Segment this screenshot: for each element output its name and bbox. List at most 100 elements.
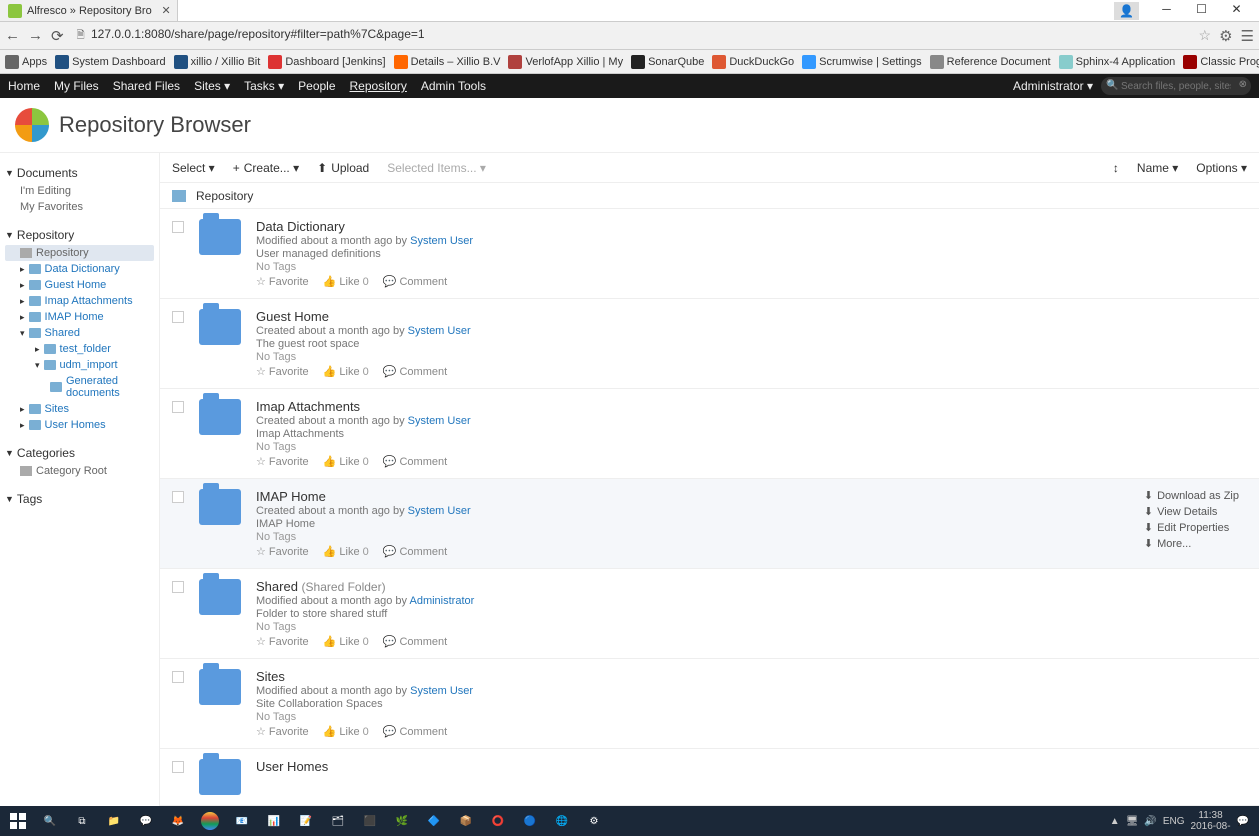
url-input[interactable]: 🗎 127.0.0.1:8080/share/page/repository#f… <box>72 25 1191 47</box>
file-name[interactable]: Shared (Shared Folder) <box>256 579 1247 594</box>
bookmark-item[interactable]: Dashboard [Jenkins] <box>268 55 385 69</box>
tray-icon[interactable]: 🔊 <box>1144 816 1156 827</box>
bookmark-item[interactable]: xillio / Xillio Bit <box>174 55 261 69</box>
sidebar-shared[interactable]: ▾Shared <box>5 325 154 341</box>
comment-button[interactable]: 💬 Comment <box>383 275 447 288</box>
nav-repository[interactable]: Repository <box>350 79 407 93</box>
hover-action[interactable]: ⬇ Download as Zip <box>1144 489 1239 502</box>
like-button[interactable]: 👍 Like 0 <box>323 545 369 558</box>
file-name[interactable]: Data Dictionary <box>256 219 1247 234</box>
nav-admin-tools[interactable]: Admin Tools <box>421 79 486 93</box>
bookmark-star-icon[interactable]: ☆ <box>1199 27 1212 44</box>
comment-button[interactable]: 💬 Comment <box>383 455 447 468</box>
folder-icon[interactable] <box>199 309 241 345</box>
apps-button[interactable]: Apps <box>5 55 47 69</box>
bookmark-item[interactable]: Details – Xillio B.V <box>394 55 501 69</box>
nav-people[interactable]: People <box>298 79 335 93</box>
bookmark-item[interactable]: System Dashboard <box>55 55 166 69</box>
app-icon[interactable]: 📦 <box>450 809 482 833</box>
file-row[interactable]: User Homes <box>160 749 1259 806</box>
excel-icon[interactable]: 📊 <box>258 809 290 833</box>
back-icon[interactable]: ← <box>5 27 20 44</box>
sort-direction-icon[interactable]: ↕ <box>1113 161 1119 175</box>
menu-icon[interactable]: ☰ <box>1241 27 1254 45</box>
app-icon[interactable]: ⬛ <box>354 809 386 833</box>
sort-button[interactable]: Name ▾ <box>1137 161 1178 175</box>
bookmark-item[interactable]: SonarQube <box>631 55 704 69</box>
task-view-icon[interactable]: ⧉ <box>66 809 98 833</box>
sidebar-repository-root[interactable]: Repository <box>5 245 154 261</box>
folder-icon[interactable] <box>199 489 241 525</box>
user-menu[interactable]: Administrator ▾ <box>1013 79 1093 93</box>
folder-icon[interactable] <box>199 759 241 795</box>
nav-sites[interactable]: Sites ▾ <box>194 79 230 93</box>
favorite-button[interactable]: ☆ Favorite <box>256 275 309 288</box>
app-icon[interactable]: 🗂 <box>322 809 354 833</box>
clear-icon[interactable]: ⊗ <box>1239 79 1247 90</box>
app-icon[interactable]: 🔵 <box>514 809 546 833</box>
sidebar-section-tags[interactable]: ▼Tags <box>5 489 154 509</box>
comment-button[interactable]: 💬 Comment <box>383 545 447 558</box>
nav-shared-files[interactable]: Shared Files <box>113 79 180 93</box>
nav-tasks[interactable]: Tasks ▾ <box>244 79 284 93</box>
sidebar-user-homes[interactable]: ▸User Homes <box>5 417 154 433</box>
app-icon[interactable]: 🌿 <box>386 809 418 833</box>
favorite-button[interactable]: ☆ Favorite <box>256 365 309 378</box>
create-button[interactable]: + Create... ▾ <box>233 161 299 175</box>
comment-button[interactable]: 💬 Comment <box>383 365 447 378</box>
search-input[interactable] <box>1101 77 1251 95</box>
bookmark-item[interactable]: Reference Document <box>930 55 1051 69</box>
firefox-icon[interactable]: 🦊 <box>162 809 194 833</box>
notifications-icon[interactable]: 💬 <box>1237 816 1249 827</box>
sidebar-im-editing[interactable]: I'm Editing <box>5 183 154 199</box>
close-icon[interactable]: ✕ <box>162 4 171 17</box>
row-checkbox[interactable] <box>172 221 184 233</box>
up-folder-icon[interactable] <box>172 190 186 202</box>
sidebar-generated-documents[interactable]: Generated documents <box>5 373 154 401</box>
file-name[interactable]: User Homes <box>256 759 1247 774</box>
comment-button[interactable]: 💬 Comment <box>383 635 447 648</box>
start-button[interactable] <box>2 809 34 833</box>
file-row[interactable]: IMAP Home Created about a month ago by S… <box>160 479 1259 569</box>
row-checkbox[interactable] <box>172 401 184 413</box>
sidebar-test-folder[interactable]: ▸test_folder <box>5 341 154 357</box>
minimize-icon[interactable]: ─ <box>1154 2 1179 20</box>
file-name[interactable]: Imap Attachments <box>256 399 1247 414</box>
options-button[interactable]: Options ▾ <box>1196 161 1247 175</box>
favorite-button[interactable]: ☆ Favorite <box>256 725 309 738</box>
upload-button[interactable]: ⬆ Upload <box>317 161 369 175</box>
close-window-icon[interactable]: ✕ <box>1224 2 1249 20</box>
select-button[interactable]: Select ▾ <box>172 161 215 175</box>
folder-icon[interactable] <box>199 399 241 435</box>
browser-tab[interactable]: Alfresco » Repository Bro ✕ <box>0 0 178 21</box>
folder-icon[interactable] <box>199 669 241 705</box>
hover-action[interactable]: ⬇ More... <box>1144 537 1239 550</box>
file-row[interactable]: Data Dictionary Modified about a month a… <box>160 209 1259 299</box>
bookmark-item[interactable]: Sphinx-4 Application <box>1059 55 1176 69</box>
app-icon[interactable]: ⭕ <box>482 809 514 833</box>
file-explorer-icon[interactable]: 📁 <box>98 809 130 833</box>
favorite-button[interactable]: ☆ Favorite <box>256 635 309 648</box>
nav-home[interactable]: Home <box>8 79 40 93</box>
like-button[interactable]: 👍 Like 0 <box>323 275 369 288</box>
sidebar-section-documents[interactable]: ▼Documents <box>5 163 154 183</box>
settings-icon[interactable]: ⚙ <box>1219 27 1232 45</box>
like-button[interactable]: 👍 Like 0 <box>323 455 369 468</box>
app-icon[interactable]: ⚙ <box>578 809 610 833</box>
bookmark-item[interactable]: Scrumwise | Settings <box>802 55 922 69</box>
sidebar-imap-home[interactable]: ▸IMAP Home <box>5 309 154 325</box>
author-link[interactable]: System User <box>410 685 473 697</box>
row-checkbox[interactable] <box>172 491 184 503</box>
sidebar-udm-import[interactable]: ▾udm_import <box>5 357 154 373</box>
reload-icon[interactable]: ⟳ <box>51 27 64 45</box>
file-row[interactable]: Guest Home Created about a month ago by … <box>160 299 1259 389</box>
file-row[interactable]: Sites Modified about a month ago by Syst… <box>160 659 1259 749</box>
sidebar-guest-home[interactable]: ▸Guest Home <box>5 277 154 293</box>
author-link[interactable]: System User <box>408 415 471 427</box>
sidebar-my-favorites[interactable]: My Favorites <box>5 199 154 215</box>
lang-indicator[interactable]: ENG <box>1163 816 1185 827</box>
clock[interactable]: 11:38 2016-08- <box>1191 810 1231 832</box>
app-icon[interactable]: 🌐 <box>546 809 578 833</box>
sidebar-section-repository[interactable]: ▼Repository <box>5 225 154 245</box>
sidebar-category-root[interactable]: Category Root <box>5 463 154 479</box>
